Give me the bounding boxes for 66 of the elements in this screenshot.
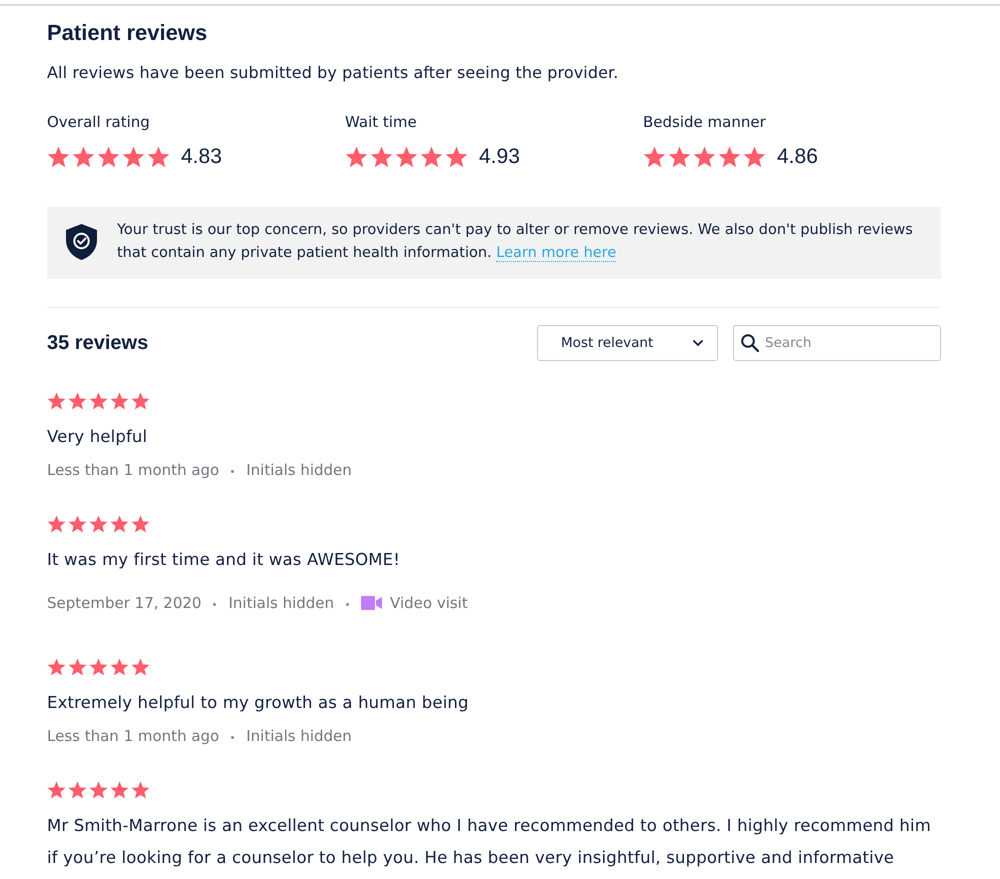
star-icon [47,392,66,411]
review-meta-text: September 17, 2020 [47,593,202,614]
star-icon [445,146,468,168]
star-icon [89,658,108,677]
review-meta-text: Initials hidden [246,460,352,481]
star-icon [370,146,393,168]
section-title: Patient reviews [47,19,208,47]
star-icon [420,146,443,168]
separator-dot-icon [213,602,216,606]
star-icon [131,515,150,534]
sort-dropdown[interactable]: Most relevant [537,325,718,361]
review-meta-text: Initials hidden [246,726,352,747]
separator-dot-icon [346,602,350,606]
star-icon [47,658,66,677]
star-icon [89,781,108,800]
review-text: Mr Smith-Marrone is an excellent counselor who I have recommended to others. I highly recommend him if you’re looking for a counselor to help you. He has been very insightful, supportive and informative [47,815,932,869]
star-icon [110,392,129,411]
star-icon [131,658,150,677]
rating-label: Overall rating [47,112,150,132]
review-meta-text: Less than 1 month ago [47,460,220,481]
star-icon [110,781,129,800]
star-icon [68,781,87,800]
section-subtitle: All reviews have been submitted by patients after seeing the provider. [47,62,620,84]
notice-text: Your trust is our top concern, so providers can't pay to alter or remove reviews. We also don't publish reviews that contain any private patient health information. Learn more here [117,221,914,264]
star-icon [345,146,368,168]
star-icon [72,146,95,168]
rating-label: Wait time [345,112,417,132]
star-icon [122,146,145,168]
separator-dot-icon [231,736,234,738]
star-icon [718,146,741,168]
star-icon [147,146,170,168]
star-icon [110,515,129,534]
star-icon [89,392,108,411]
star-icon [395,146,418,168]
star-icon [89,515,108,534]
rating-value: 4.86 [777,144,818,170]
rating-value: 4.83 [181,144,222,170]
review-text: Extremely helpful to my growth as a human being [47,692,469,714]
shield-check-icon [66,224,97,260]
star-icon [47,515,66,534]
star-icon [97,146,120,168]
review-text: It was my first time and it was AWESOME! [47,549,400,571]
star-icon [68,515,87,534]
star-icon [668,146,691,168]
star-icon [131,781,150,800]
search-field[interactable]: Search [733,325,941,361]
video-camera-icon [361,596,382,610]
review-meta-text: Less than 1 month ago [47,726,220,747]
star-icon [131,392,150,411]
star-icon [643,146,666,168]
star-icon [68,658,87,677]
visit-type-text: Video visit [390,593,468,614]
rating-label: Bedside manner [643,112,766,132]
search-icon [741,334,759,352]
star-icon [68,392,87,411]
star-icon [47,146,70,168]
star-icon [47,781,66,800]
review-text: Very helpful [47,426,148,448]
star-icon [743,146,766,168]
review-meta-text: Initials hidden [228,593,334,614]
separator-dot-icon [231,470,234,472]
review-count: 35 reviews [47,331,148,356]
star-icon [693,146,716,168]
rating-value: 4.93 [479,144,520,170]
chevron-down-icon [693,340,703,346]
star-icon [110,658,129,677]
